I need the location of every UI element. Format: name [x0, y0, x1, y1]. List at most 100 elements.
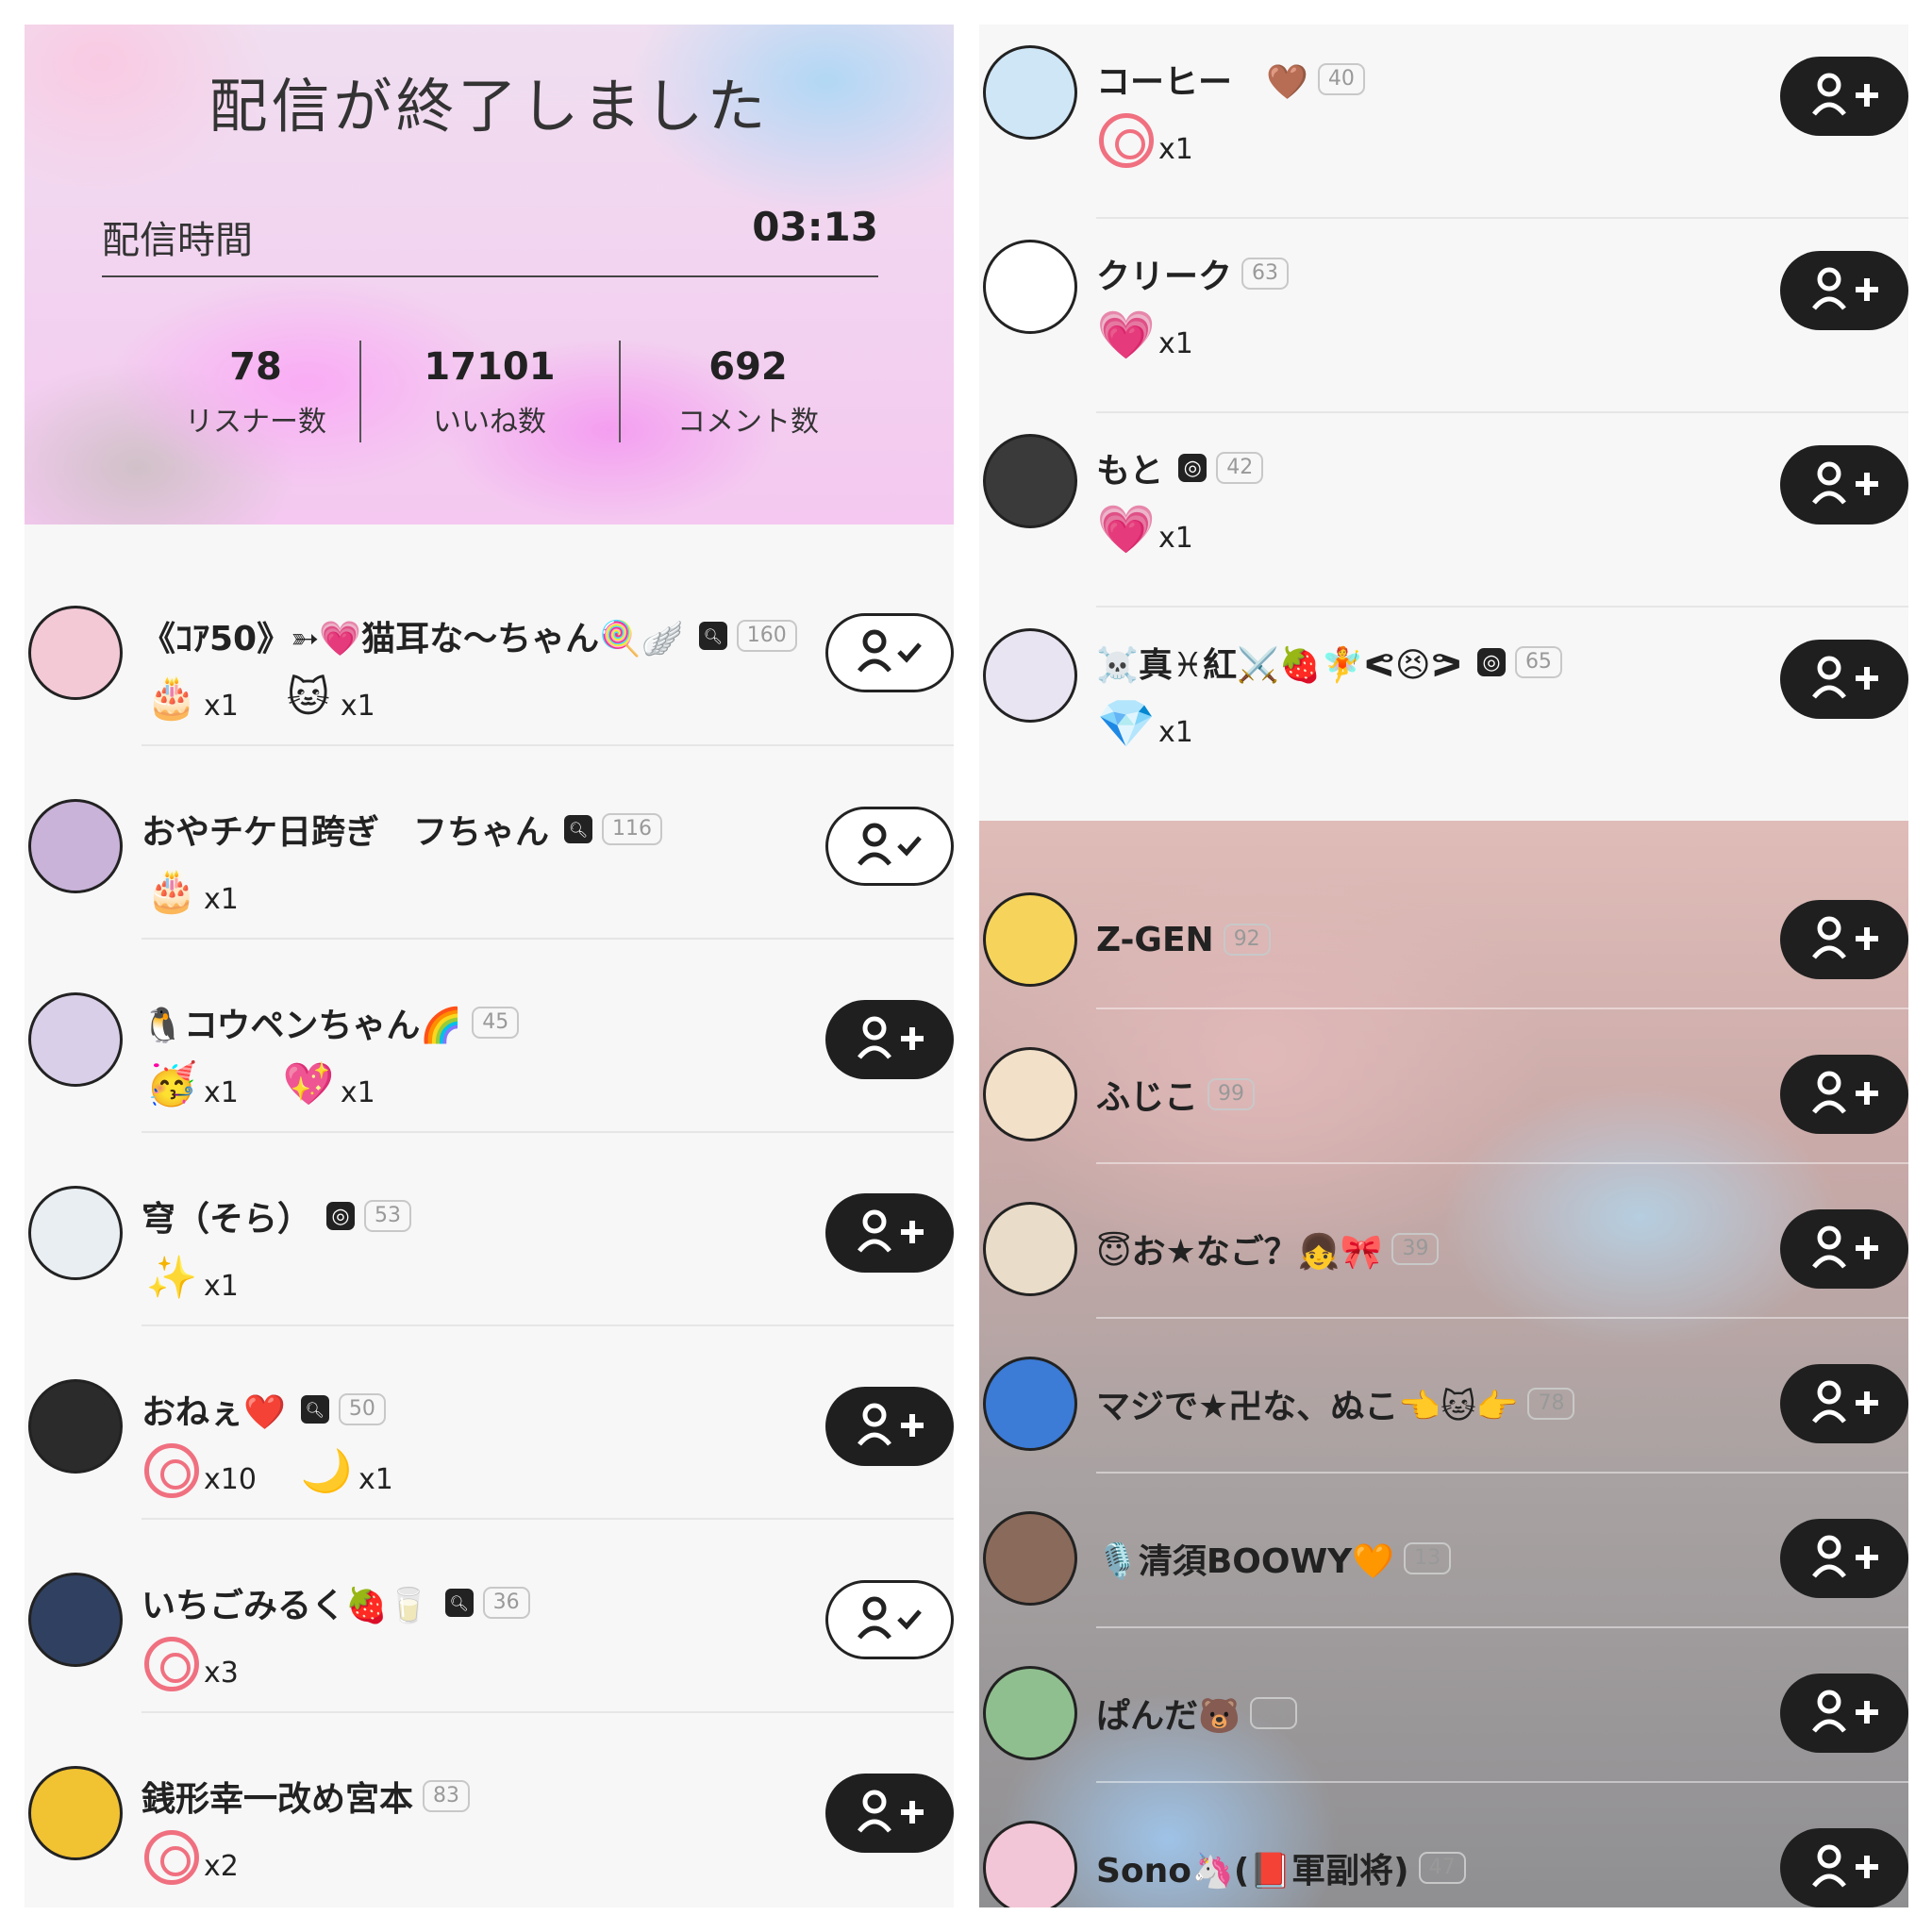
user-check-icon: [852, 627, 927, 678]
listener-name[interactable]: 🎙️清須BOOWY🧡: [1096, 1534, 1394, 1583]
listener-name[interactable]: おねぇ❤️: [142, 1385, 286, 1434]
level-badge: 92: [1223, 924, 1271, 956]
avatar[interactable]: [28, 1766, 123, 1860]
level-badge: 65: [1514, 646, 1562, 678]
avatar[interactable]: [28, 1573, 123, 1667]
listener-row: 銭形幸一改め宮本 83 x2: [25, 1713, 954, 1907]
avatar[interactable]: [28, 799, 123, 893]
add-user-icon: [1807, 1224, 1882, 1274]
gift-count: x1: [204, 883, 239, 916]
avatar[interactable]: [28, 992, 123, 1087]
right-panel: コーヒー 🤎 40 x1 クリーク 63 💗 x1 もと ◎ 42 💗 x1 ☠️真♓紅⚔️🍓🧚ᕙ😣ᕗ ◎…: [979, 25, 1908, 1907]
level-badge: 34: [1249, 1697, 1297, 1729]
add-user-icon: [1807, 1842, 1882, 1893]
follow-button[interactable]: [825, 1774, 954, 1853]
gift-icon: 🥳: [145, 1060, 198, 1108]
follow-button[interactable]: [1780, 1828, 1908, 1907]
follow-button[interactable]: [1780, 251, 1908, 330]
follow-button[interactable]: [1780, 1519, 1908, 1598]
follow-button[interactable]: [1780, 1674, 1908, 1753]
listener-name[interactable]: いちごみるく🍓🥛: [142, 1578, 430, 1627]
listener-name[interactable]: ☠️真♓紅⚔️🍓🧚ᕙ😣ᕗ: [1096, 638, 1462, 687]
listener-name-line: Z-GEN 92: [1096, 917, 1271, 962]
gift-icon: 🎂: [145, 674, 198, 722]
rose-shape: [144, 1830, 199, 1885]
listener-row: おやチケ日跨ぎ フちゃん 🔍︎ 116 🎂 x1: [25, 746, 954, 940]
listener-name-line: 《ｺｱ50》➳💗猫耳な～ちゃん🍭🪽 🔍︎ 160: [142, 613, 797, 658]
listener-name[interactable]: 銭形幸一改め宮本: [142, 1772, 413, 1821]
listener-name[interactable]: Z-GEN: [1096, 921, 1214, 959]
follow-button[interactable]: [825, 1193, 954, 1273]
listener-name[interactable]: ふじこ: [1096, 1070, 1198, 1119]
listener-name[interactable]: 《ｺｱ50》➳💗猫耳な～ちゃん🍭🪽: [142, 611, 684, 660]
avatar[interactable]: [28, 606, 123, 700]
level-badge: 116: [602, 813, 663, 845]
listener-row: ふじこ 99: [979, 1009, 1908, 1164]
gift-list: 💎 x1: [1096, 696, 1233, 751]
instagram-icon: ◎: [326, 1202, 356, 1230]
avatar[interactable]: [983, 1511, 1077, 1606]
add-user-icon: [852, 1014, 927, 1065]
listener-name-line: おねぇ❤️ 🔍︎ 50: [142, 1387, 386, 1432]
avatar[interactable]: [983, 628, 1077, 723]
following-button[interactable]: [825, 1580, 954, 1659]
listener-name[interactable]: クリーク: [1096, 249, 1232, 298]
listener-name[interactable]: Sono🦄(📕軍副将): [1096, 1843, 1409, 1892]
listener-name-line: コーヒー 🤎 40: [1096, 57, 1365, 102]
avatar[interactable]: [983, 1202, 1077, 1296]
follow-button[interactable]: [825, 1000, 954, 1079]
gift-list: x1: [1096, 113, 1233, 168]
listener-row: 😇お★なご？👧🎀 39: [979, 1164, 1908, 1319]
follow-button[interactable]: [1780, 1209, 1908, 1289]
follow-button[interactable]: [1780, 640, 1908, 719]
stat-label: コメント数: [677, 406, 819, 439]
listener-name[interactable]: 😇お★なご？👧🎀: [1096, 1224, 1382, 1274]
listener-name[interactable]: マジで★卍な、ぬこ👈🐱👉: [1096, 1379, 1518, 1428]
level-badge: 45: [472, 1007, 520, 1039]
avatar[interactable]: [983, 1821, 1077, 1907]
gift-item: x10: [142, 1443, 257, 1498]
avatar[interactable]: [983, 892, 1077, 987]
listener-name[interactable]: もと: [1096, 443, 1163, 492]
level-badge: 160: [736, 620, 797, 652]
following-button[interactable]: [825, 807, 954, 886]
rose-shape: [144, 1443, 199, 1498]
search-badge-icon: 🔍︎: [300, 1395, 329, 1424]
gift-item: 🥳 x1: [142, 1057, 239, 1111]
listener-name[interactable]: ぱんだ🐻: [1096, 1689, 1241, 1738]
avatar[interactable]: [983, 434, 1077, 528]
listener-name[interactable]: 穹（そら）: [142, 1191, 311, 1241]
avatar[interactable]: [28, 1186, 123, 1280]
following-button[interactable]: [825, 613, 954, 692]
avatar[interactable]: [28, 1379, 123, 1474]
gift-icon: 💗: [1096, 501, 1157, 557]
gift-list: 🎂 x1: [142, 863, 278, 918]
gift-count: x3: [204, 1657, 239, 1690]
avatar[interactable]: [983, 1666, 1077, 1760]
gift-item: 🌙 x1: [296, 1443, 393, 1498]
stat-label: リスナー数: [185, 406, 326, 439]
follow-button[interactable]: [1780, 900, 1908, 979]
listener-name-line: マジで★卍な、ぬこ👈🐱👉 78: [1096, 1379, 1575, 1428]
listener-name[interactable]: おやチケ日跨ぎ フちゃん: [142, 805, 549, 854]
avatar[interactable]: [983, 240, 1077, 334]
avatar[interactable]: [983, 1357, 1077, 1451]
follow-button[interactable]: [825, 1387, 954, 1466]
follow-button[interactable]: [1780, 1055, 1908, 1134]
listener-name-line: 穹（そら） ◎ 53: [142, 1191, 412, 1241]
follow-button[interactable]: [1780, 1364, 1908, 1443]
follow-button[interactable]: [1780, 445, 1908, 525]
listener-row: 🐧コウペンちゃん🌈 45 🥳 x1 💖 x1: [25, 940, 954, 1133]
avatar[interactable]: [983, 1047, 1077, 1141]
avatar[interactable]: [983, 45, 1077, 140]
follow-button[interactable]: [1780, 57, 1908, 136]
stream-summary: 配信が終了しました 配信時間 03:13 78 リスナー数 17101 いいね数…: [25, 25, 954, 525]
level-badge: 42: [1216, 452, 1264, 484]
listener-name[interactable]: 🐧コウペンちゃん🌈: [142, 998, 462, 1047]
gift-item: 💗 x1: [1096, 502, 1193, 557]
listener-name[interactable]: コーヒー 🤎: [1096, 55, 1308, 104]
gift-count: x1: [358, 1463, 393, 1496]
listener-name-line: 🎙️清須BOOWY🧡 13: [1096, 1534, 1452, 1583]
gift-count: x1: [1158, 327, 1193, 360]
gift-item: ✨ x1: [142, 1250, 239, 1305]
